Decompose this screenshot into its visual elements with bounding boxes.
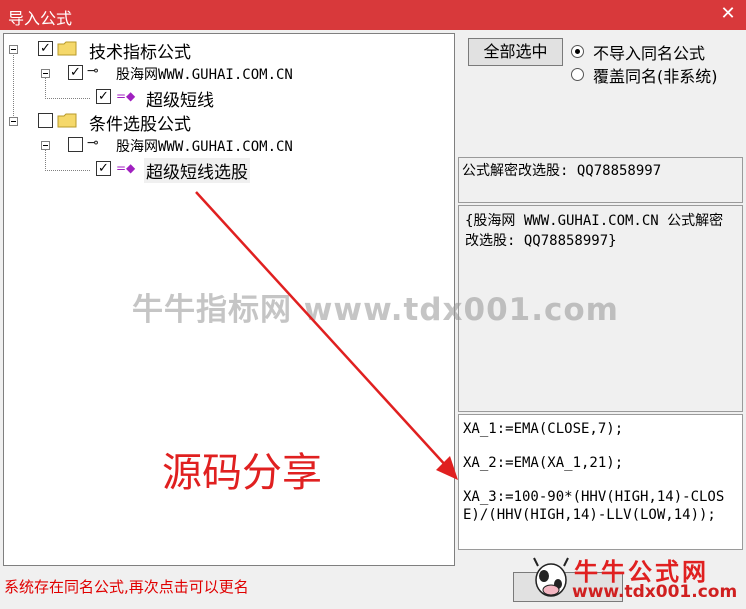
brand-logo: 牛牛公式网 www.tdx001.com <box>532 550 744 608</box>
cow-icon <box>533 557 569 597</box>
brand-url: www.tdx001.com <box>572 582 738 602</box>
annotation-arrow <box>195 191 458 480</box>
status-message: 系统存在同名公式,再次点击可以更名 <box>4 578 249 596</box>
share-annotation: 源码分享 <box>162 450 322 496</box>
